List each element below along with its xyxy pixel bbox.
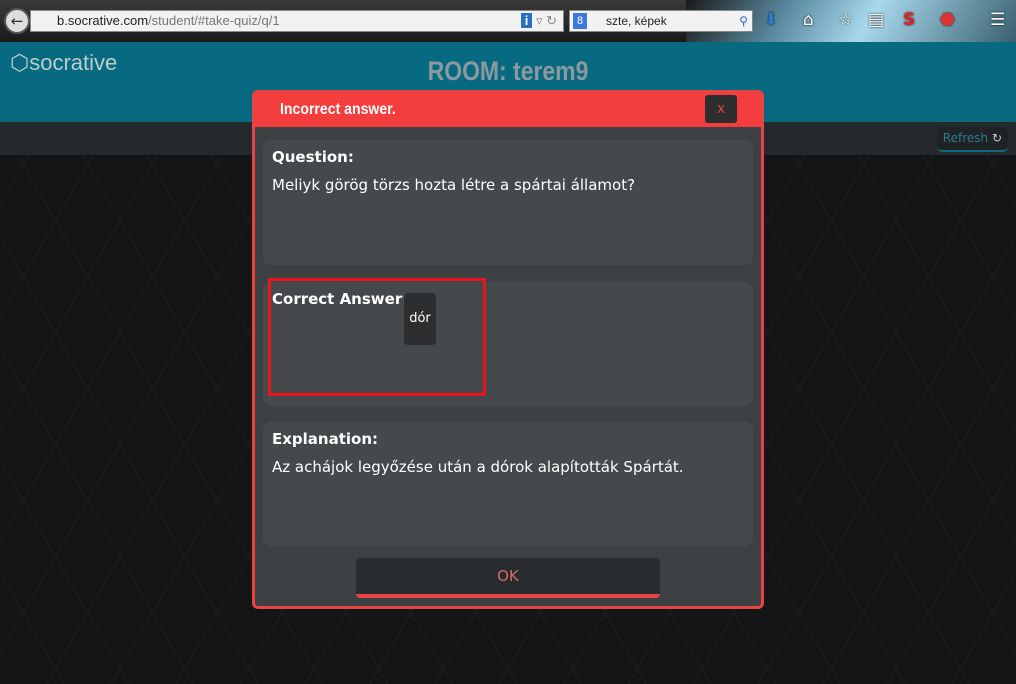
incorrect-answer-dialog: Incorrect answer. x Question: Meliyk gör… (252, 90, 764, 609)
ok-button[interactable]: OK (356, 558, 660, 598)
reading-list-icon[interactable]: ▤ (868, 10, 884, 30)
home-icon[interactable]: ⌂ (803, 10, 814, 30)
search-icon[interactable]: ⚲ (739, 11, 748, 31)
url-path: /student/#take-quiz/q/1 (148, 13, 280, 28)
refresh-label: Refresh (942, 131, 989, 145)
explanation-label: Explanation: (272, 430, 379, 448)
browser-toolbar: ← b.socrative.com/student/#take-quiz/q/1… (0, 0, 1016, 42)
question-label: Question: (272, 148, 354, 166)
download-icon[interactable]: ⬇ (764, 10, 778, 30)
star-icon[interactable]: ☆ (838, 10, 853, 30)
menu-icon[interactable]: ☰ (990, 10, 1005, 30)
search-input[interactable]: 8 szte, képek ⚲ (569, 10, 753, 32)
highlight-box (268, 278, 486, 396)
dialog-title: Incorrect answer. (280, 101, 396, 118)
refresh-icon: ↻ (991, 131, 1002, 145)
room-title: ROOM: terem9 (427, 56, 589, 86)
dialog-header: Incorrect answer. x (255, 93, 761, 127)
info-icon[interactable]: i (520, 13, 533, 28)
url-icons: i ▿ ↻ (520, 11, 557, 31)
explanation-panel: Explanation: Az achájok legyőzése után a… (263, 422, 753, 546)
adblock-icon[interactable]: ⬣ (940, 10, 955, 30)
question-text: Meliyk görög törzs hozta létre a spártai… (272, 176, 636, 194)
back-icon[interactable]: ← (4, 8, 30, 34)
hexagon-icon: ⬡ (10, 50, 30, 75)
close-button[interactable]: x (705, 95, 737, 123)
explanation-text: Az achájok legyőzése után a dórok alapít… (272, 458, 684, 476)
search-value: szte, képek (606, 14, 667, 28)
refresh-button[interactable]: Refresh ↻ (936, 127, 1008, 152)
google-icon[interactable]: 8 (573, 13, 587, 29)
s-icon[interactable]: S (903, 10, 915, 30)
question-panel: Question: Meliyk görög törzs hozta létre… (263, 140, 753, 265)
reload-icon[interactable]: ↻ (546, 13, 557, 28)
url-domain: b.socrative.com (57, 13, 149, 28)
address-bar[interactable]: b.socrative.com/student/#take-quiz/q/1 i… (30, 10, 564, 32)
